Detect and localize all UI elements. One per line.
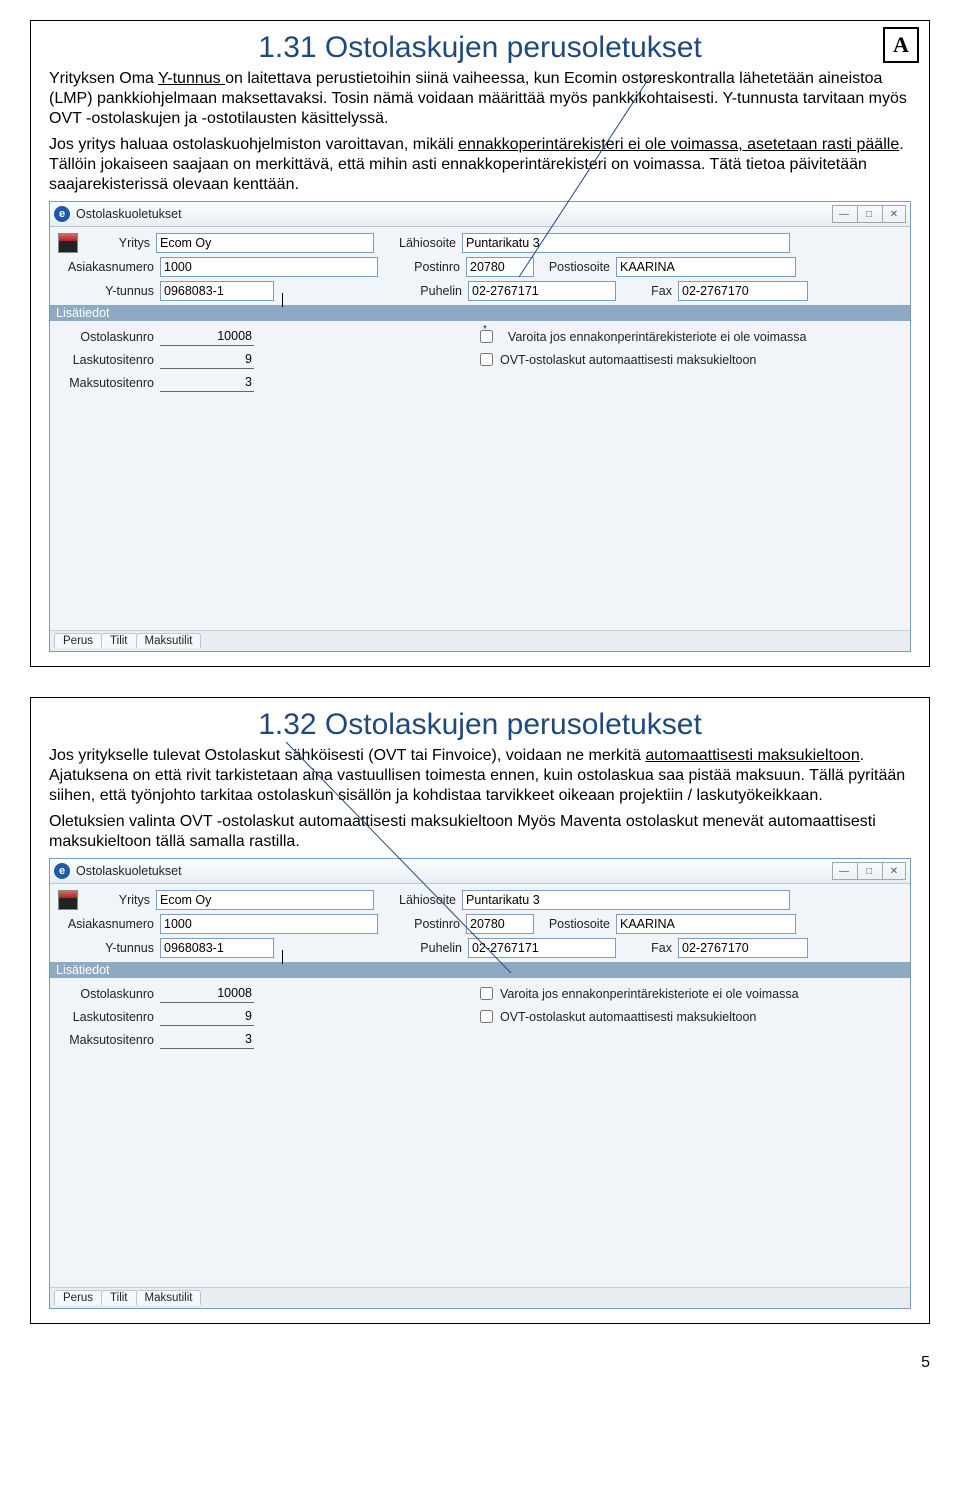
slide1-para2: Jos yritys haluaa ostolaskuohjelmiston v… (49, 135, 911, 195)
label-postinro: Postinro (384, 917, 460, 931)
label-asiakasnumero: Asiakasnumero (58, 917, 154, 931)
slide2-para1: Jos yritykselle tulevat Ostolaskut sähkö… (49, 746, 911, 806)
input-puhelin[interactable] (468, 938, 616, 958)
label-laskutositenro: Laskutositenro (58, 1010, 154, 1024)
slide1-para1: Yrityksen Oma Y-tunnus on laitettava per… (49, 69, 911, 129)
input-lahiosoite[interactable] (462, 890, 790, 910)
label-yritys: Yritys (90, 893, 150, 907)
label-ytunnus: Y-tunnus (58, 941, 154, 955)
slide2-title: 1.32 Ostolaskujen perusoletukset (49, 708, 911, 742)
chk-ovt-box[interactable] (480, 1010, 493, 1023)
input-ytunnus[interactable] (160, 281, 274, 301)
chk-star: * (483, 324, 487, 335)
titlebar: e Ostolaskuoletukset — □ ✕ (50, 202, 910, 227)
input-ytunnus[interactable] (160, 938, 274, 958)
blank-area (58, 1053, 902, 1283)
chk-ovt-box[interactable] (480, 353, 493, 366)
label-puhelin: Puhelin (386, 284, 462, 298)
chk-varoita-label: Varoita jos ennakonperintärekisteriote e… (508, 330, 807, 344)
window-buttons[interactable]: — □ ✕ (832, 862, 906, 880)
slide-2: 1.32 Ostolaskujen perusoletukset Jos yri… (30, 697, 930, 1324)
label-puhelin: Puhelin (386, 941, 462, 955)
close-icon[interactable]: ✕ (882, 206, 905, 222)
tab-tilit[interactable]: Tilit (101, 633, 136, 648)
save-icon[interactable] (58, 233, 78, 253)
input-maksutositenro[interactable] (160, 373, 254, 392)
input-ostolaskunro[interactable] (160, 327, 254, 346)
tab-maksutilit[interactable]: Maksutilit (136, 1290, 202, 1305)
tabs: Perus Tilit Maksutilit (50, 1287, 910, 1308)
input-asiakasnumero[interactable] (160, 257, 378, 277)
input-yritys[interactable] (156, 890, 374, 910)
tab-perus[interactable]: Perus (54, 633, 102, 648)
maximize-icon[interactable]: □ (857, 206, 880, 222)
input-maksutositenro[interactable] (160, 1030, 254, 1049)
window-ostolaskuoletukset-2: e Ostolaskuoletukset — □ ✕ Yritys Lähios… (49, 858, 911, 1309)
window-buttons[interactable]: — □ ✕ (832, 205, 906, 223)
chk-ovt[interactable]: OVT-ostolaskut automaattisesti maksukiel… (476, 1007, 756, 1026)
minimize-icon[interactable]: — (833, 863, 855, 879)
window-title: Ostolaskuoletukset (76, 864, 182, 878)
label-lahiosoite: Lähiosoite (380, 893, 456, 907)
section-lisatiedot: Lisätiedot (50, 962, 910, 978)
close-icon[interactable]: ✕ (882, 863, 905, 879)
page-number: 5 (30, 1354, 930, 1372)
minimize-icon[interactable]: — (833, 206, 855, 222)
slide-1: A 1.31 Ostolaskujen perusoletukset Yrity… (30, 20, 930, 667)
label-postiosoite: Postiosoite (540, 917, 610, 931)
input-ostolaskunro[interactable] (160, 984, 254, 1003)
input-yritys[interactable] (156, 233, 374, 253)
label-yritys: Yritys (90, 236, 150, 250)
input-postiosoite[interactable] (616, 914, 796, 934)
label-ytunnus: Y-tunnus (58, 284, 154, 298)
label-maksutositenro: Maksutositenro (58, 376, 154, 390)
titlebar: e Ostolaskuoletukset — □ ✕ (50, 859, 910, 884)
window-ostolaskuoletukset-1: e Ostolaskuoletukset — □ ✕ Yritys Lähios… (49, 201, 911, 652)
label-ostolaskunro: Ostolaskunro (58, 330, 154, 344)
input-postinro[interactable] (466, 257, 534, 277)
tab-maksutilit[interactable]: Maksutilit (136, 633, 202, 648)
label-lahiosoite: Lähiosoite (380, 236, 456, 250)
chk-varoita[interactable]: Varoita jos ennakonperintärekisteriote e… (476, 984, 799, 1003)
chk-varoita-label: Varoita jos ennakonperintärekisteriote e… (500, 987, 799, 1001)
tab-tilit[interactable]: Tilit (101, 1290, 136, 1305)
slide1-title: 1.31 Ostolaskujen perusoletukset (49, 31, 911, 65)
label-laskutositenro: Laskutositenro (58, 353, 154, 367)
label-maksutositenro: Maksutositenro (58, 1033, 154, 1047)
input-laskutositenro[interactable] (160, 350, 254, 369)
save-icon[interactable] (58, 890, 78, 910)
input-fax[interactable] (678, 281, 808, 301)
input-lahiosoite[interactable] (462, 233, 790, 253)
input-puhelin[interactable] (468, 281, 616, 301)
app-icon: e (54, 863, 70, 879)
input-postiosoite[interactable] (616, 257, 796, 277)
input-laskutositenro[interactable] (160, 1007, 254, 1026)
tab-perus[interactable]: Perus (54, 1290, 102, 1305)
maximize-icon[interactable]: □ (857, 863, 880, 879)
chk-ovt-label: OVT-ostolaskut automaattisesti maksukiel… (500, 1010, 756, 1024)
label-asiakasnumero: Asiakasnumero (58, 260, 154, 274)
section-lisatiedot: Lisätiedot (50, 305, 910, 321)
label-fax: Fax (622, 284, 672, 298)
input-asiakasnumero[interactable] (160, 914, 378, 934)
label-ostolaskunro: Ostolaskunro (58, 987, 154, 1001)
chk-varoita[interactable]: * Varoita jos ennakonperintärekisteriote… (476, 327, 806, 346)
chk-ovt-label: OVT-ostolaskut automaattisesti maksukiel… (500, 353, 756, 367)
input-fax[interactable] (678, 938, 808, 958)
app-icon: e (54, 206, 70, 222)
blank-area (58, 396, 902, 626)
slide2-para2: Oletuksien valinta OVT -ostolaskut autom… (49, 812, 911, 852)
chk-ovt[interactable]: OVT-ostolaskut automaattisesti maksukiel… (476, 350, 756, 369)
badge-a: A (883, 27, 919, 63)
chk-varoita-box[interactable] (480, 987, 493, 1000)
window-title: Ostolaskuoletukset (76, 207, 182, 221)
label-postiosoite: Postiosoite (540, 260, 610, 274)
label-fax: Fax (622, 941, 672, 955)
tabs: Perus Tilit Maksutilit (50, 630, 910, 651)
input-postinro[interactable] (466, 914, 534, 934)
label-postinro: Postinro (384, 260, 460, 274)
